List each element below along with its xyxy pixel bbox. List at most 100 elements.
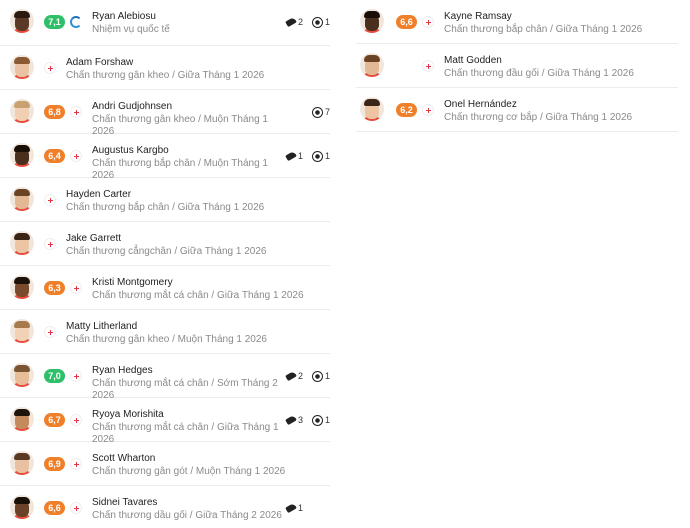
goals-count: 1 — [325, 415, 331, 425]
player-row[interactable]: 6,8 Andri Gudjohnsen Chấn thương gân kheo … — [0, 90, 330, 137]
player-row[interactable]: Matty Litherland Chấn thương gân kheo / M… — [0, 310, 330, 354]
injury-cross-icon — [70, 370, 82, 382]
player-name[interactable]: Hayden Carter — [66, 189, 131, 200]
absence-reason: Chấn thương gân kheo / Muộn Tháng 1 2026 — [66, 334, 267, 345]
injury-cross-icon — [422, 16, 434, 28]
player-name[interactable]: Ryoya Morishita — [92, 409, 164, 420]
assists-count: 1 — [298, 151, 304, 161]
right-player-list: 6,6 Kayne Ramsay Chấn thương bắp chân / Gi… — [356, 0, 678, 132]
football-icon — [312, 16, 323, 28]
absence-reason: Chấn thương đầu gối / Giữa Tháng 1 2026 — [444, 68, 634, 79]
player-avatar — [10, 187, 34, 211]
player-rating-badge: 7,1 — [44, 15, 65, 29]
boot-icon — [285, 414, 297, 426]
player-rating-badge: 6,7 — [44, 413, 65, 427]
player-row[interactable]: 7,0 Ryan Hedges Chấn thương mắt cá chân / … — [0, 354, 331, 401]
player-rating-badge: 7,0 — [44, 369, 65, 383]
player-name[interactable]: Adam Forshaw — [66, 57, 133, 68]
football-icon — [312, 150, 323, 162]
absence-reason: Nhiệm vụ quốc tế — [92, 24, 170, 35]
player-row[interactable]: 6,2 Onel Hernández Chấn thương cơ bắp / Gi… — [356, 88, 678, 132]
player-name[interactable]: Ryan Hedges — [92, 365, 153, 376]
player-avatar — [10, 99, 34, 123]
player-avatar — [360, 53, 384, 77]
injury-cross-icon — [422, 60, 434, 72]
player-name[interactable]: Sidnei Tavares — [92, 497, 157, 508]
boot-icon — [285, 150, 297, 162]
player-avatar — [10, 143, 34, 167]
goals-count: 7 — [325, 107, 331, 117]
player-row[interactable]: Hayden Carter Chấn thương bắp chân / Giữa… — [0, 178, 330, 222]
player-row[interactable]: 6,6 Sidnei Tavares Chấn thương dầu gối / G… — [0, 486, 330, 528]
player-avatar — [10, 275, 34, 299]
goals-count: 1 — [325, 371, 331, 381]
assists-stat: 1 — [285, 148, 304, 164]
player-name[interactable]: Matty Litherland — [66, 321, 137, 332]
player-rating-badge: 6,4 — [44, 149, 65, 163]
absence-reason: Chấn thương dầu gối / Giữa Tháng 2 2026 — [92, 510, 282, 521]
injury-cross-icon — [70, 282, 82, 294]
assists-count: 2 — [298, 17, 304, 27]
injury-cross-icon — [422, 104, 434, 116]
goals-stat: 1 — [312, 14, 330, 30]
player-name[interactable]: Ryan Alebiosu — [92, 11, 156, 22]
injury-cross-icon — [70, 106, 82, 118]
injury-cross-icon — [70, 502, 82, 514]
absence-reason: Chấn thương bắp chân / Giữa Tháng 1 2026 — [444, 24, 643, 35]
assists-count: 1 — [298, 503, 304, 513]
injury-cross-icon — [44, 238, 56, 250]
football-icon — [312, 414, 323, 426]
player-name[interactable]: Augustus Kargbo — [92, 145, 169, 156]
injury-cross-icon — [70, 150, 82, 162]
player-row[interactable]: 6,7 Ryoya Morishita Chấn thương mắt cá châ… — [0, 398, 330, 445]
player-rating-badge: 6,8 — [44, 105, 65, 119]
player-name[interactable]: Matt Godden — [444, 55, 502, 66]
absence-reason: Chấn thương mắt cá chân / Giữa Tháng 1 2… — [92, 290, 304, 301]
player-name[interactable]: Onel Hernández — [444, 99, 517, 110]
left-player-list: 7,1 Ryan Alebiosu Nhiệm vụ quốc tế 2 1 Adam F… — [0, 0, 330, 528]
player-avatar — [10, 9, 34, 33]
player-row[interactable]: Matt Godden Chấn thương đầu gối / Giữa Th… — [356, 44, 678, 88]
assists-stat: 1 — [285, 500, 304, 516]
assists-stat: 2 — [285, 368, 304, 384]
player-row[interactable]: Adam Forshaw Chấn thương gân kheo / Giữa … — [0, 46, 330, 90]
player-avatar — [10, 319, 34, 343]
player-row[interactable]: 6,4 Augustus Kargbo Chấn thương bắp chân /… — [0, 134, 330, 181]
player-rating-badge: 6,3 — [44, 281, 65, 295]
absence-reason: Chấn thương bắp chân / Giữa Tháng 1 2026 — [66, 202, 265, 213]
goals-stat: 1 — [312, 148, 330, 164]
boot-icon — [285, 370, 297, 382]
goals-count: 1 — [325, 151, 331, 161]
absence-reason: Chấn thương gân kheo / Giữa Tháng 1 2026 — [66, 70, 265, 81]
injury-cross-icon — [70, 414, 82, 426]
player-name[interactable]: Scott Wharton — [92, 453, 155, 464]
player-avatar — [10, 363, 34, 387]
boot-icon — [285, 16, 297, 28]
player-row[interactable]: 6,9 Scott Wharton Chấn thương gân gót / Mu… — [0, 442, 330, 486]
player-row[interactable]: Jake Garrett Chấn thương cẳngchân / Giữa … — [0, 222, 330, 266]
player-rating-badge: 6,6 — [44, 501, 65, 515]
player-avatar — [10, 231, 34, 255]
player-row[interactable]: 6,6 Kayne Ramsay Chấn thương bắp chân / Gi… — [356, 0, 678, 44]
player-rating-badge: 6,9 — [44, 457, 65, 471]
goals-stat: 1 — [312, 412, 330, 428]
player-row[interactable]: 7,1 Ryan Alebiosu Nhiệm vụ quốc tế 2 1 — [0, 0, 330, 46]
international-duty-icon — [70, 16, 82, 28]
goals-stat: 7 — [312, 104, 330, 120]
player-avatar — [360, 97, 384, 121]
player-name[interactable]: Kayne Ramsay — [444, 11, 512, 22]
player-row[interactable]: 6,3 Kristi Montgomery Chấn thương mắt cá c… — [0, 266, 330, 310]
player-avatar — [360, 9, 384, 33]
player-avatar — [10, 495, 34, 519]
assists-stat: 3 — [285, 412, 303, 428]
absence-reason: Chấn thương gân gót / Muộn Tháng 1 2026 — [92, 466, 286, 477]
player-name[interactable]: Kristi Montgomery — [92, 277, 173, 288]
player-name[interactable]: Andri Gudjohnsen — [92, 101, 172, 112]
injury-cross-icon — [70, 458, 82, 470]
player-rating-badge: 6,6 — [396, 15, 417, 29]
player-rating-badge: 6,2 — [396, 103, 417, 117]
assists-count: 2 — [298, 371, 304, 381]
player-name[interactable]: Jake Garrett — [66, 233, 121, 244]
player-avatar — [10, 451, 34, 475]
injury-cross-icon — [44, 326, 56, 338]
